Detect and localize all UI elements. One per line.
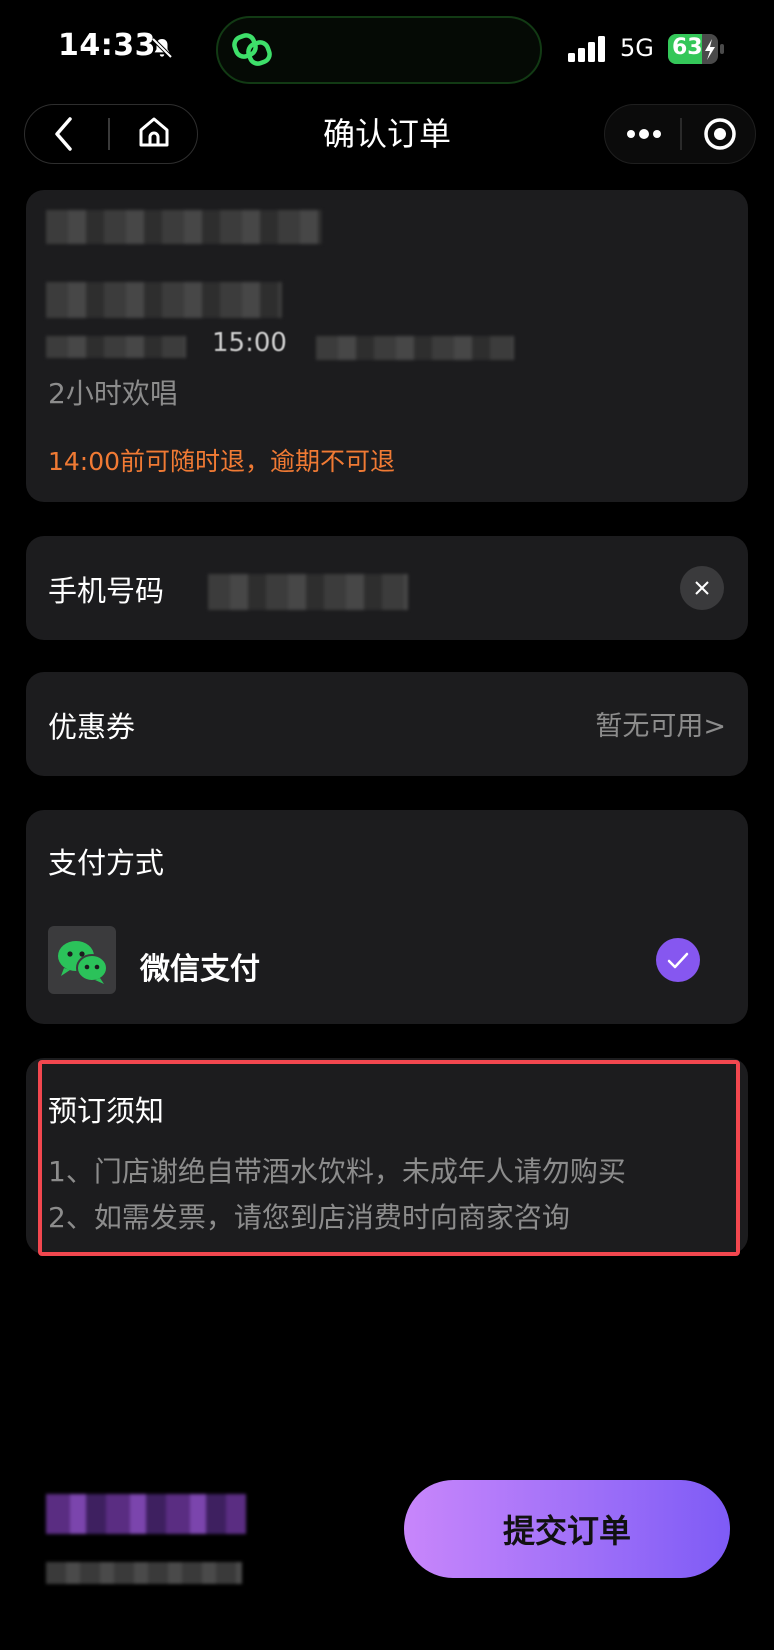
signal-icon <box>568 36 605 62</box>
blurred-time-range <box>316 336 514 360</box>
coupon-row[interactable]: 优惠券 暂无可用> <box>26 672 748 776</box>
phone-card: 手机号码 <box>26 536 748 640</box>
payment-card: 支付方式 微信支付 <box>26 810 748 1024</box>
coupon-label: 优惠券 <box>48 710 136 744</box>
coupon-value: 暂无可用> <box>595 711 726 742</box>
app-link-icon <box>232 33 272 66</box>
phone-input[interactable] <box>208 574 408 610</box>
mute-bell-icon <box>151 37 173 59</box>
close-icon <box>695 581 709 595</box>
blurred-date <box>46 336 186 358</box>
capsule-divider <box>680 118 682 150</box>
status-time: 14:33 <box>58 28 156 63</box>
blurred-room-type <box>46 282 282 318</box>
payment-title: 支付方式 <box>48 846 165 880</box>
phone-label: 手机号码 <box>48 574 165 608</box>
payment-selected-radio[interactable] <box>656 938 700 982</box>
submit-order-button[interactable]: 提交订单 <box>404 1480 730 1578</box>
order-info-card: 15:00 2小时欢唱 14:00前可随时退，逾期不可退 <box>26 190 748 502</box>
wechat-pay-icon <box>48 926 116 994</box>
battery-charging-icon: 63 <box>668 34 724 64</box>
more-icon[interactable] <box>626 124 662 144</box>
refund-policy: 14:00前可随时退，逾期不可退 <box>48 447 396 476</box>
blurred-store-name <box>46 210 322 244</box>
blurred-price <box>46 1494 246 1534</box>
checkmark-icon <box>667 952 689 969</box>
network-type: 5G <box>620 34 654 62</box>
highlight-box <box>38 1060 740 1256</box>
order-duration: 2小时欢唱 <box>48 377 178 410</box>
blurred-time-partial: 15:00 <box>212 328 287 358</box>
blurred-price-note <box>46 1562 242 1584</box>
payment-method-label[interactable]: 微信支付 <box>140 944 260 988</box>
clear-button[interactable] <box>680 566 724 610</box>
battery-level: 63 <box>672 35 703 60</box>
record-icon[interactable] <box>702 116 738 152</box>
